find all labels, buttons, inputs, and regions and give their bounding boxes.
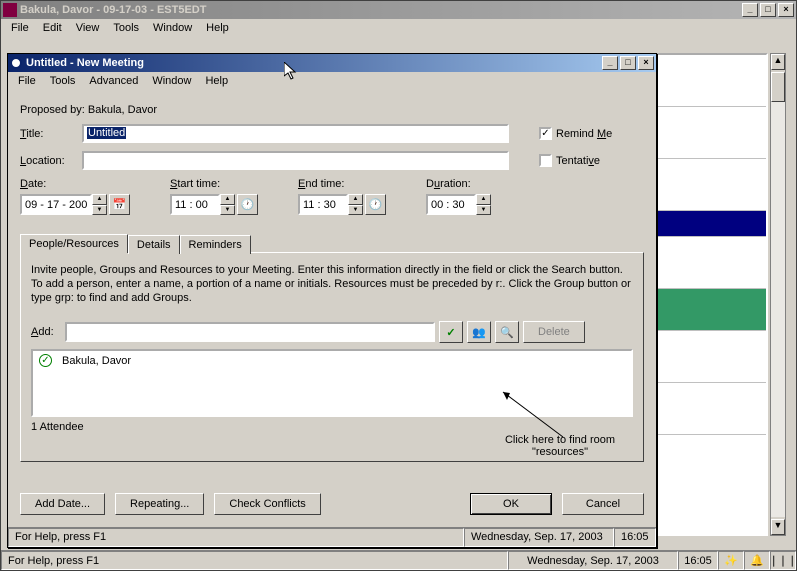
status-wand-icon[interactable]: ✨ — [718, 551, 744, 570]
dialog-status-help: For Help, press F1 — [8, 528, 464, 547]
main-statusbar: For Help, press F1 Wednesday, Sep. 17, 2… — [1, 550, 796, 570]
calendar-picker-button[interactable]: 📅 — [109, 194, 130, 215]
calendar-scrollbar[interactable]: ▲ ▼ — [770, 53, 786, 536]
location-input[interactable] — [82, 151, 509, 170]
tab-strip: People/Resources Details Reminders — [20, 233, 644, 252]
clock-icon: 🕐 — [369, 198, 383, 211]
tentative-checkbox[interactable]: Tentative — [539, 154, 600, 167]
status-help: For Help, press F1 — [1, 551, 508, 570]
title-input[interactable]: Untitled — [82, 124, 509, 143]
attendee-count: 1 Attendee — [31, 421, 633, 433]
menu-window[interactable]: Window — [147, 20, 198, 36]
duration-input[interactable] — [426, 194, 476, 215]
scroll-down-icon[interactable]: ▼ — [771, 519, 785, 535]
dialog-status-time: 16:05 — [614, 528, 656, 547]
scroll-up-icon[interactable]: ▲ — [771, 54, 785, 70]
duration-spinner[interactable]: ▲▼ — [476, 194, 491, 215]
ok-button[interactable]: OK — [470, 493, 552, 515]
attendee-row[interactable]: ✓ Bakula, Davor — [39, 354, 625, 367]
status-time: 16:05 — [678, 551, 718, 570]
attendee-list[interactable]: ✓ Bakula, Davor — [31, 349, 633, 417]
date-label: Date: — [20, 178, 130, 190]
confirm-add-button[interactable]: ✓ — [439, 321, 463, 343]
date-input[interactable] — [20, 194, 92, 215]
start-time-input[interactable] — [170, 194, 220, 215]
dmenu-window[interactable]: Window — [146, 73, 197, 89]
end-clock-button[interactable]: 🕐 — [365, 194, 386, 215]
new-meeting-dialog: Untitled - New Meeting _ □ × File Tools … — [7, 53, 657, 548]
group-button[interactable]: 👥 — [467, 321, 491, 343]
end-spinner[interactable]: ▲▼ — [348, 194, 363, 215]
menu-help[interactable]: Help — [200, 20, 235, 36]
tab-panel: Invite people, Groups and Resources to y… — [20, 252, 644, 462]
end-time-input[interactable] — [298, 194, 348, 215]
dialog-icon — [10, 57, 22, 69]
close-button[interactable]: × — [778, 3, 794, 17]
dmenu-help[interactable]: Help — [199, 73, 234, 89]
main-title: Bakula, Davor - 09-17-03 - EST5EDT — [20, 4, 742, 16]
add-label: Add: — [31, 326, 61, 338]
menu-tools[interactable]: Tools — [107, 20, 145, 36]
add-date-button[interactable]: Add Date... — [20, 493, 105, 515]
dialog-statusbar: For Help, press F1 Wednesday, Sep. 17, 2… — [8, 527, 656, 547]
tab-details[interactable]: Details — [128, 235, 180, 254]
main-menubar: File Edit View Tools Window Help — [1, 19, 796, 37]
cancel-button[interactable]: Cancel — [562, 493, 644, 515]
start-time-label: Start time: — [170, 178, 258, 190]
tab-reminders[interactable]: Reminders — [180, 235, 251, 254]
dialog-title: Untitled - New Meeting — [26, 57, 602, 69]
title-label: Title: — [20, 128, 82, 140]
proposed-by-label: Proposed by: — [20, 104, 85, 116]
dmenu-file[interactable]: File — [12, 73, 42, 89]
menu-edit[interactable]: Edit — [37, 20, 68, 36]
dmenu-tools[interactable]: Tools — [44, 73, 82, 89]
scroll-thumb[interactable] — [771, 72, 785, 102]
dialog-maximize-button[interactable]: □ — [620, 56, 636, 70]
duration-label: Duration: — [426, 178, 491, 190]
start-spinner[interactable]: ▲▼ — [220, 194, 235, 215]
search-resources-button[interactable]: 🔍 — [495, 321, 519, 343]
check-icon: ✓ — [446, 326, 455, 339]
repeating-button[interactable]: Repeating... — [115, 493, 204, 515]
calendar-icon: 📅 — [113, 198, 127, 211]
dmenu-advanced[interactable]: Advanced — [83, 73, 144, 89]
app-icon — [3, 3, 17, 17]
start-clock-button[interactable]: 🕐 — [237, 194, 258, 215]
add-input[interactable] — [65, 322, 435, 342]
remind-me-checkbox[interactable]: ✓ Remind Me — [539, 127, 612, 140]
tab-people-resources[interactable]: People/Resources — [20, 234, 128, 253]
search-icon: 🔍 — [500, 326, 514, 339]
delete-button[interactable]: Delete — [523, 321, 585, 343]
proposed-by-value: Bakula, Davor — [88, 104, 157, 116]
end-time-label: End time: — [298, 178, 386, 190]
instructions-text: Invite people, Groups and Resources to y… — [31, 263, 633, 305]
check-conflicts-button[interactable]: Check Conflicts — [214, 493, 320, 515]
dialog-menubar: File Tools Advanced Window Help — [8, 72, 656, 90]
attendee-status-icon: ✓ — [39, 354, 52, 367]
clock-icon: 🕐 — [241, 198, 255, 211]
status-bars-icon[interactable]: ❘❘❘ — [770, 551, 796, 570]
minimize-button[interactable]: _ — [742, 3, 758, 17]
checkbox-checked-icon: ✓ — [539, 127, 552, 140]
main-titlebar: Bakula, Davor - 09-17-03 - EST5EDT _ □ × — [1, 1, 796, 19]
attendee-name: Bakula, Davor — [62, 355, 131, 367]
menu-view[interactable]: View — [70, 20, 106, 36]
dialog-close-button[interactable]: × — [638, 56, 654, 70]
menu-file[interactable]: File — [5, 20, 35, 36]
status-date: Wednesday, Sep. 17, 2003 — [508, 551, 678, 570]
dialog-minimize-button[interactable]: _ — [602, 56, 618, 70]
location-label: Location: — [20, 155, 82, 167]
maximize-button[interactable]: □ — [760, 3, 776, 17]
date-spinner[interactable]: ▲▼ — [92, 194, 107, 215]
annotation-text: Click here to find room "resources" — [500, 434, 620, 458]
dialog-titlebar[interactable]: Untitled - New Meeting _ □ × — [8, 54, 656, 72]
status-bell-icon[interactable]: 🔔 — [744, 551, 770, 570]
people-icon: 👥 — [472, 326, 486, 339]
checkbox-icon — [539, 154, 552, 167]
dialog-status-date: Wednesday, Sep. 17, 2003 — [464, 528, 614, 547]
